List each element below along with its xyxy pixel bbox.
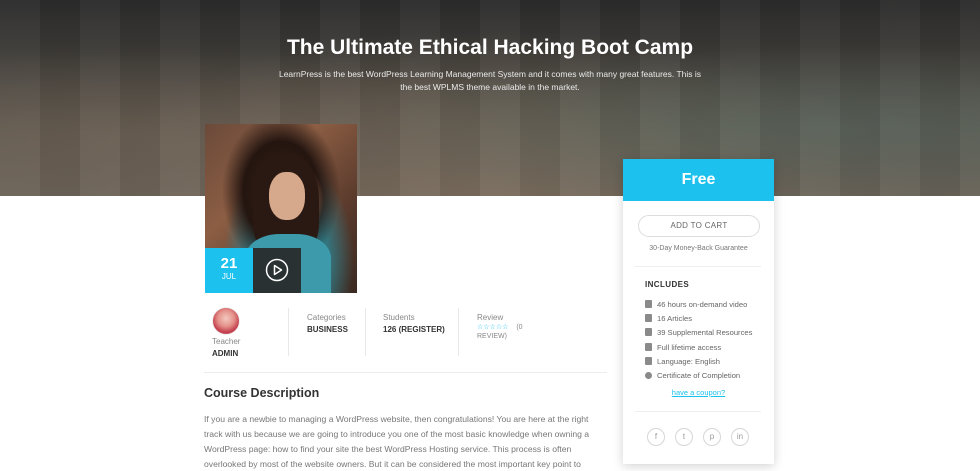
teacher-label: Teacher <box>212 337 241 346</box>
thumbnail-face-shape <box>269 172 305 220</box>
course-sidebar: Free ADD TO CART 30-Day Money-Back Guara… <box>623 159 774 464</box>
date-day: 21 <box>220 255 238 272</box>
linkedin-icon[interactable]: in <box>731 428 749 446</box>
includes-item-label: 39 Supplemental Resources <box>657 328 753 338</box>
money-back-guarantee: 30-Day Money-Back Guarantee <box>649 245 748 252</box>
includes-item: 39 Supplemental Resources <box>645 326 752 340</box>
language-icon <box>645 356 652 365</box>
includes-item-label: Language: English <box>657 356 720 366</box>
includes-item-label: 46 hours on-demand video <box>657 300 748 309</box>
includes-item: Language: English <box>645 355 752 369</box>
hero-banner: The Ultimate Ethical Hacking Boot Camp L… <box>0 0 980 196</box>
course-description-text: If you are a newbie to managing a WordPr… <box>204 414 590 469</box>
sidebar-divider <box>635 411 761 412</box>
play-video-button[interactable] <box>253 248 301 293</box>
course-price: Free <box>623 159 774 201</box>
play-icon <box>265 258 289 282</box>
teacher-avatar[interactable] <box>212 307 240 335</box>
meta-divider <box>458 308 459 356</box>
teacher-name[interactable]: ADMIN <box>212 349 238 358</box>
includes-item: Certificate of Completion <box>645 369 752 383</box>
video-file-icon <box>645 300 652 308</box>
course-description-title: Course Description <box>204 386 320 400</box>
meta-divider <box>288 308 289 356</box>
includes-item: Full lifetime access <box>645 341 752 355</box>
students-label: Students <box>383 313 415 322</box>
add-to-cart-button[interactable]: ADD TO CART <box>638 215 760 237</box>
course-subtitle: LearnPress is the best WordPress Learnin… <box>278 69 702 92</box>
includes-item-label: Full lifetime access <box>657 342 722 352</box>
coupon-link[interactable]: have a coupon? <box>623 388 774 397</box>
meta-divider <box>365 308 366 356</box>
includes-list: 46 hours on-demand video 16 Articles 39 … <box>645 298 752 383</box>
review-stars-icon: ☆☆☆☆☆ <box>477 324 509 331</box>
includes-title: INCLUDES <box>645 280 690 289</box>
course-date-badge: 21 JUL <box>205 248 253 293</box>
review-count: (0 <box>516 324 523 331</box>
includes-item: 16 Articles <box>645 312 752 326</box>
date-month: JUL <box>221 272 237 281</box>
students-value: 126 (REGISTER) <box>383 325 445 334</box>
review-count-suffix: REVIEW) <box>477 333 507 340</box>
includes-item-label: Certificate of Completion <box>657 370 741 380</box>
course-title: The Ultimate Ethical Hacking Boot Camp <box>286 36 694 59</box>
includes-item-label: 16 Articles <box>657 314 693 324</box>
download-icon <box>645 328 652 337</box>
sidebar-divider <box>635 266 761 267</box>
facebook-icon[interactable]: f <box>647 428 665 446</box>
pinterest-icon[interactable]: p <box>703 428 721 446</box>
categories-value[interactable]: BUSINESS <box>307 325 348 334</box>
review-label: Review <box>477 313 504 322</box>
certificate-icon <box>645 371 652 379</box>
infinity-icon <box>645 342 652 351</box>
includes-item: 46 hours on-demand video <box>645 298 752 312</box>
categories-label: Categories <box>307 313 346 322</box>
section-divider <box>204 372 607 373</box>
article-icon <box>645 314 652 323</box>
twitter-icon[interactable]: t <box>675 428 693 446</box>
